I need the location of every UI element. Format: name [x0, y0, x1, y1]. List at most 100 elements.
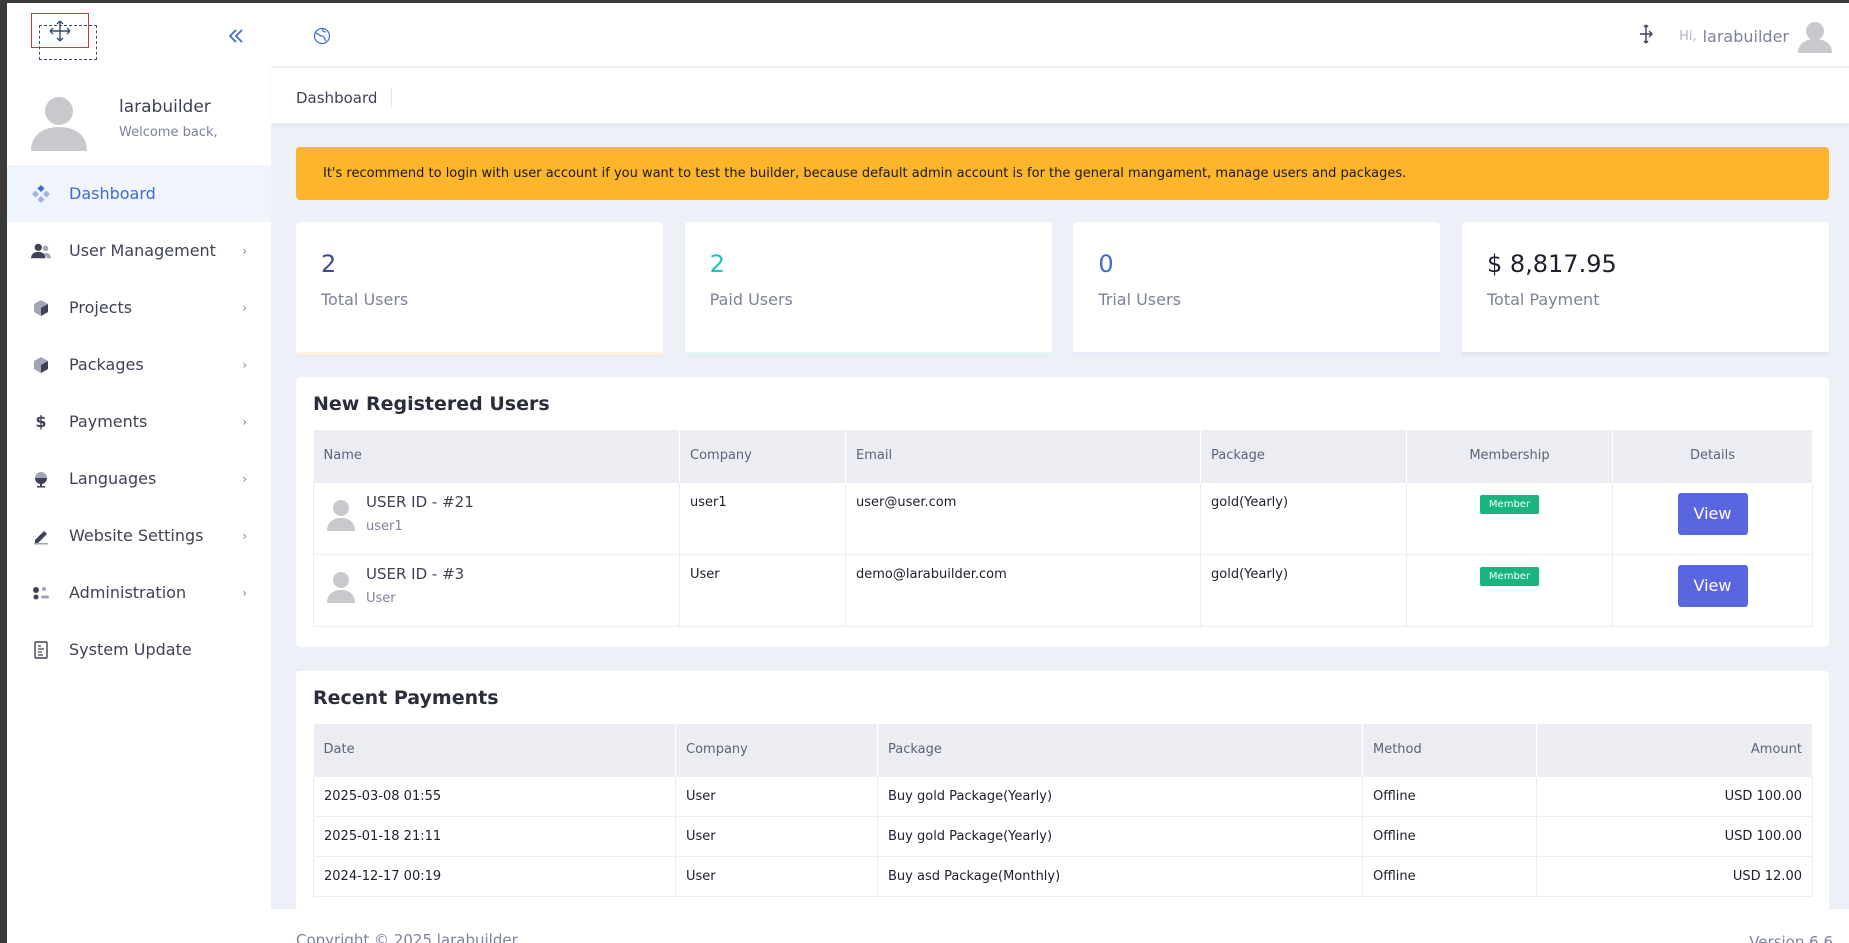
company-cell: User — [675, 775, 878, 817]
table-row: USER ID - #21 user1 user1 user@user.com … — [313, 481, 1813, 555]
sidebar-item-label: Projects — [69, 298, 133, 317]
column-header: Membership — [1406, 430, 1613, 482]
view-button[interactable]: View — [1677, 564, 1748, 607]
payments-table: Date Company Package Method Amount 2025-… — [313, 724, 1813, 897]
chevron-right-icon: › — [242, 471, 247, 486]
sidebar: larabuilder Welcome back, Dashboard User… — [7, 3, 271, 943]
sidebar-menu: Dashboard User Management › Projects › P… — [7, 165, 271, 678]
sidebar-item-projects[interactable]: Projects › — [7, 279, 271, 336]
stat-label: Paid Users — [709, 290, 793, 309]
cube-icon — [31, 298, 51, 318]
card-title: New Registered Users — [313, 393, 550, 415]
column-header: Company — [679, 430, 846, 482]
stat-card-total-users: 2 Total Users — [296, 222, 663, 355]
table-row: 2024-12-17 00:19 User Buy asd Package(Mo… — [313, 855, 1813, 897]
sidebar-item-packages[interactable]: Packages › — [7, 336, 271, 393]
view-button[interactable]: View — [1677, 492, 1748, 535]
stats-row: 2 Total Users 2 Paid Users 0 Trial Users… — [296, 222, 1829, 355]
column-header: Package — [877, 724, 1363, 776]
method-cell: Offline — [1362, 815, 1537, 857]
app-window: larabuilder Welcome back, Dashboard User… — [7, 3, 1849, 943]
name-cell: USER ID - #3 User — [313, 553, 680, 627]
chevron-right-icon: › — [242, 585, 247, 600]
footer: Copyright © 2025 larabuilder Version 6.6 — [271, 909, 1849, 943]
package-cell: gold(Yearly) — [1200, 481, 1407, 555]
package-cell: gold(Yearly) — [1200, 553, 1407, 627]
user-id: USER ID - #3 — [366, 564, 465, 583]
recent-payments-card: Recent Payments Date Company Package Met… — [296, 671, 1829, 911]
company-cell: User — [675, 855, 878, 897]
profile-welcome: Welcome back, — [119, 125, 218, 140]
sidebar-item-website-settings[interactable]: Website Settings › — [7, 507, 271, 564]
main-content: It's recommend to login with user accoun… — [296, 147, 1829, 911]
membership-cell: Member — [1406, 553, 1613, 627]
stat-value: 0 — [1098, 250, 1114, 278]
user-menu: Hi, larabuilder — [1637, 19, 1833, 53]
date-cell: 2024-12-17 00:19 — [313, 855, 676, 897]
stat-label: Trial Users — [1098, 290, 1181, 309]
sidebar-item-dashboard[interactable]: Dashboard — [7, 165, 271, 222]
email-cell: demo@larabuilder.com — [845, 553, 1201, 627]
sidebar-item-languages[interactable]: Languages › — [7, 450, 271, 507]
stat-bar — [1073, 352, 1441, 355]
sidebar-item-label: Website Settings — [69, 526, 204, 545]
chevron-right-icon: › — [242, 300, 247, 315]
chevron-right-icon: › — [242, 357, 247, 372]
page-title: Dashboard — [296, 88, 393, 108]
avatar[interactable] — [1797, 19, 1833, 53]
user-profile: larabuilder Welcome back, — [29, 91, 259, 151]
table-row: 2025-03-08 01:55 User Buy gold Package(Y… — [313, 775, 1813, 817]
users-icon — [31, 241, 51, 261]
sidebar-item-label: Packages — [69, 355, 144, 374]
sidebar-item-user-management[interactable]: User Management › — [7, 222, 271, 279]
website-globe-icon[interactable] — [313, 27, 331, 49]
user-name: User — [366, 590, 396, 606]
pen-icon — [31, 526, 51, 546]
table-header-row: Name Company Email Package Membership De… — [313, 430, 1813, 482]
date-cell: 2025-01-18 21:11 — [313, 815, 676, 857]
column-header: Method — [1362, 724, 1537, 776]
package-cell: Buy asd Package(Monthly) — [877, 855, 1363, 897]
avatar — [327, 499, 355, 531]
sidebar-item-system-update[interactable]: System Update — [7, 621, 271, 678]
stat-value: 2 — [321, 250, 337, 278]
subheader: Dashboard — [271, 68, 1849, 123]
chevron-right-icon: › — [242, 528, 247, 543]
stat-card-total-payment: $ 8,817.95 Total Payment — [1461, 222, 1829, 355]
username[interactable]: larabuilder — [1703, 27, 1789, 46]
update-icon — [31, 640, 51, 660]
column-header: Package — [1200, 430, 1407, 482]
avatar — [327, 571, 355, 603]
status-badge: Member — [1479, 494, 1540, 514]
chevron-right-icon: › — [242, 414, 247, 429]
user-name: user1 — [366, 518, 403, 534]
info-alert: It's recommend to login with user accoun… — [296, 147, 1829, 200]
package-cell: Buy gold Package(Yearly) — [877, 815, 1363, 857]
profile-name: larabuilder — [119, 97, 211, 117]
sidebar-item-label: Languages — [69, 469, 157, 488]
avatar — [29, 91, 89, 151]
amount-cell: USD 100.00 — [1536, 775, 1813, 817]
collapse-sidebar-button[interactable] — [225, 25, 247, 47]
dashboard-icon — [31, 184, 51, 204]
move-icon — [49, 20, 71, 42]
stat-label: Total Payment — [1486, 290, 1600, 309]
name-cell: USER ID - #21 user1 — [313, 481, 680, 555]
greeting: Hi, — [1679, 28, 1697, 44]
company-cell: User — [679, 553, 846, 627]
table-header-row: Date Company Package Method Amount — [313, 724, 1813, 776]
package-cell: Buy gold Package(Yearly) — [877, 775, 1363, 817]
column-header: Email — [845, 430, 1201, 482]
card-title: Recent Payments — [313, 687, 499, 709]
sidebar-item-administration[interactable]: Administration › — [7, 564, 271, 621]
double-chevron-left-icon — [228, 29, 243, 43]
stat-value: 2 — [709, 250, 725, 278]
amount-cell: USD 100.00 — [1536, 815, 1813, 857]
details-cell: View — [1612, 481, 1813, 555]
sidebar-item-payments[interactable]: $ Payments › — [7, 393, 271, 450]
new-users-card: New Registered Users Name Company Email … — [296, 377, 1829, 647]
logo[interactable] — [31, 13, 97, 60]
move-icon[interactable] — [1637, 24, 1655, 48]
copyright: Copyright © 2025 larabuilder — [296, 931, 518, 943]
column-header: Details — [1612, 430, 1813, 482]
